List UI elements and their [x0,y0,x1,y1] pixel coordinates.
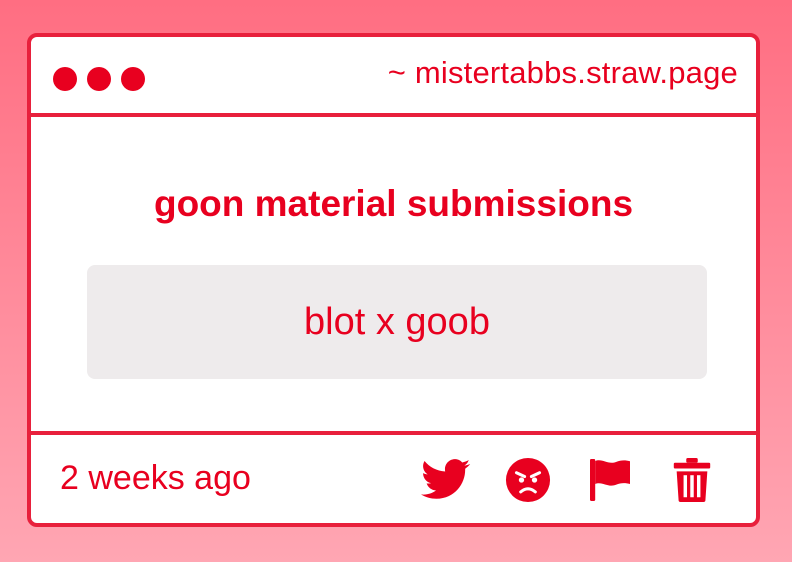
card-footer: 2 weeks ago [31,431,756,523]
window-dot-3[interactable] [121,67,145,91]
window-dot-2[interactable] [87,67,111,91]
trash-icon [673,457,711,503]
submission-card: blot x goob [87,265,707,379]
twitter-bird-icon [421,459,471,499]
react-angry-button[interactable] [502,457,554,503]
page-title: goon material submissions [153,183,634,224]
window-controls [53,67,145,91]
report-button[interactable] [584,457,636,503]
timestamp: 2 weeks ago [60,459,251,497]
share-twitter-button[interactable] [420,457,472,503]
flag-icon [590,459,630,501]
browser-window: ~ mistertabbs.straw.page goon material s… [27,33,760,527]
submission-text: blot x goob [304,300,490,343]
delete-button[interactable] [666,457,718,503]
angry-face-icon [505,457,551,503]
action-bar [420,457,718,503]
window-dot-1[interactable] [53,67,77,91]
page-url: ~ mistertabbs.straw.page [387,55,738,90]
title-bar: ~ mistertabbs.straw.page [31,37,756,117]
main-content: goon material submissions blot x goob [31,117,756,439]
